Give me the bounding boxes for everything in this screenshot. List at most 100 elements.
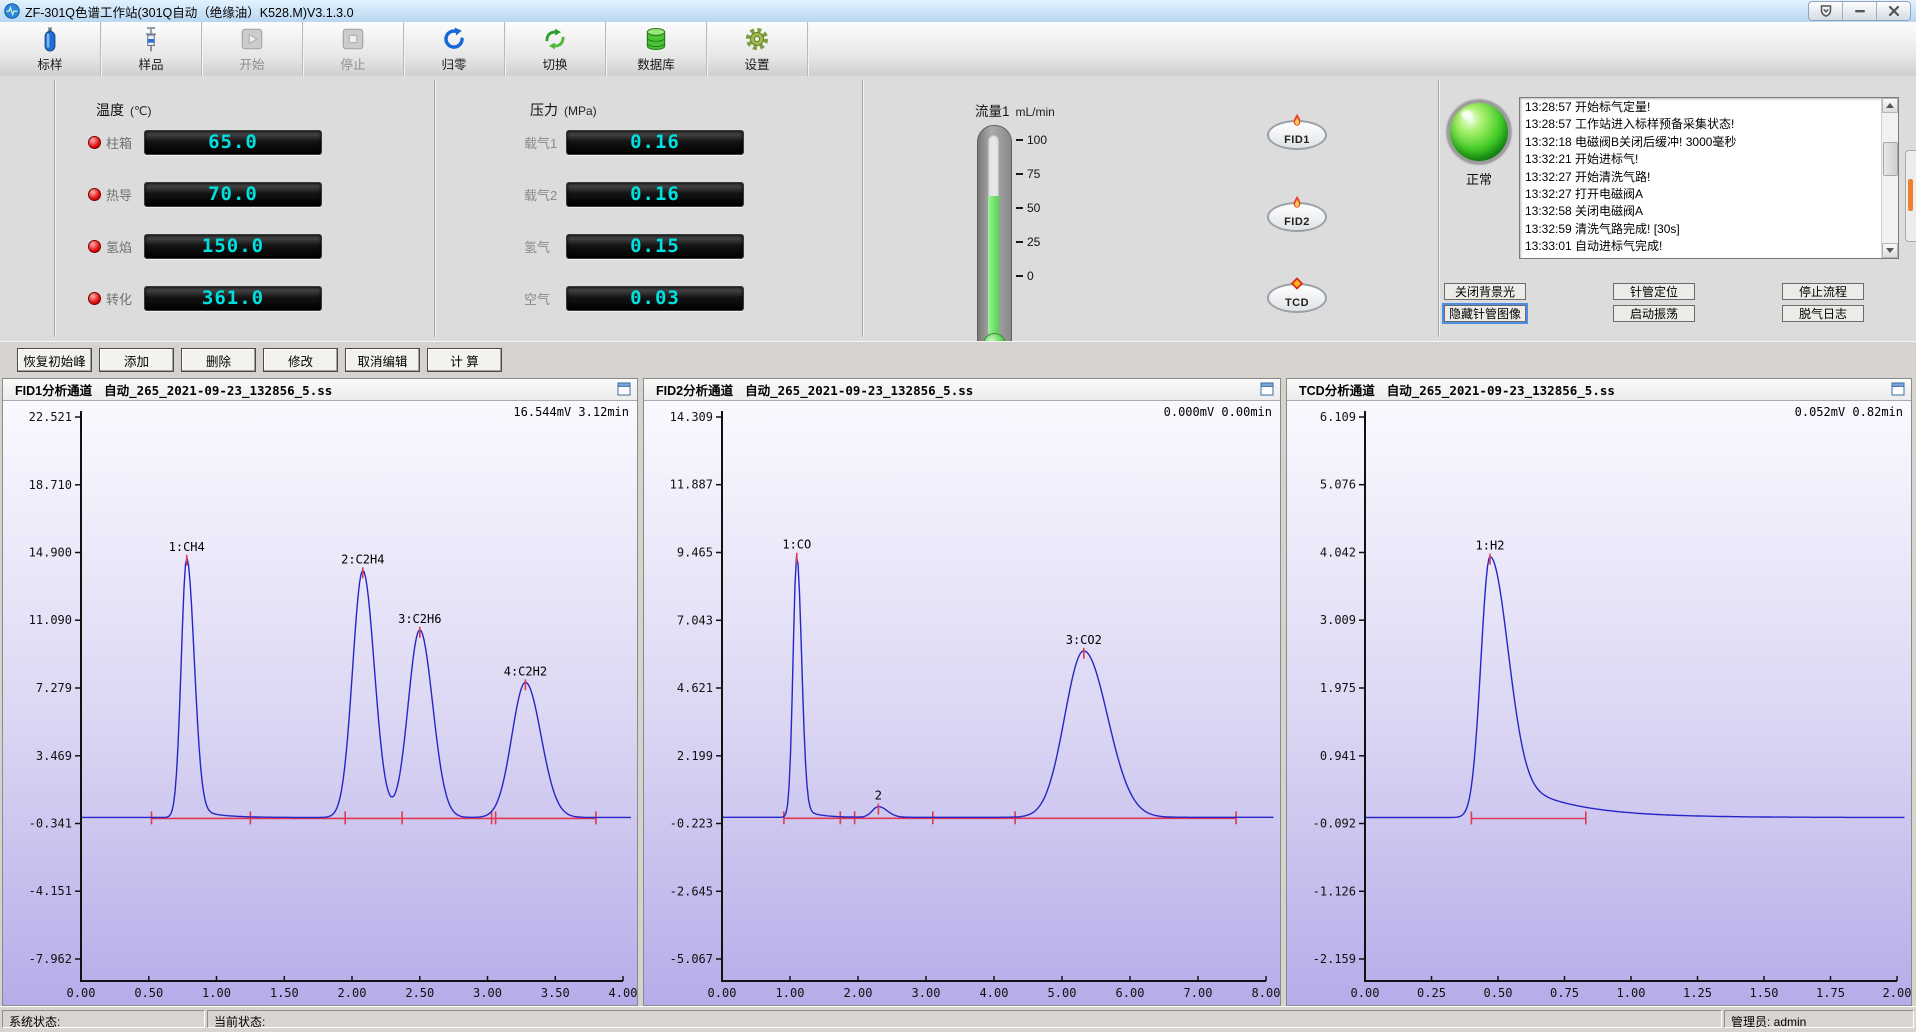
scrollbar-thumb[interactable] [1883,142,1898,176]
svg-text:3.00: 3.00 [912,986,941,1000]
control-buttons: 关闭背景光 针管定位 停止流程隐藏针管图像 启动振荡 脱气日志 [1444,283,1864,323]
detector-indicator-fid2[interactable]: FID2 [1267,202,1327,232]
skin-button[interactable] [1809,2,1843,20]
temperature-row: 转化 361.0 [88,286,322,310]
chromatogram-plot[interactable]: 0.000mV 0.00min14.30911.8879.4657.0434.6… [644,401,1280,1005]
toolbar-button-zero[interactable]: 归零 [404,22,505,76]
svg-text:2:C2H4: 2:C2H4 [341,552,384,566]
edit-button[interactable]: 计 算 [427,348,502,372]
gas-cylinder-icon [37,25,63,53]
toolbar-button-database[interactable]: 数据库 [606,22,707,76]
titlebar: ZF-301Q色谱工作站(301Q自动（绝缘油）K528.M)V3.1.3.0 [0,0,1916,23]
pressure-row: 载气2 0.16 [524,182,744,206]
svg-text:11.090: 11.090 [29,613,72,627]
scroll-up-icon[interactable] [1882,98,1898,113]
chromatogram-plot[interactable]: 16.544mV 3.12min22.52118.71014.90011.090… [3,401,637,1005]
log-scrollbar[interactable] [1881,98,1898,258]
svg-text:7.279: 7.279 [36,681,72,695]
toolbar-button-standard[interactable]: 标样 [0,22,101,76]
svg-text:1:CH4: 1:CH4 [169,540,205,554]
gauge-value-display: 0.16 [566,130,744,155]
svg-text:3.50: 3.50 [541,986,570,1000]
svg-text:-7.962: -7.962 [29,952,72,966]
status-light [1447,100,1511,164]
toolbar-button-switch[interactable]: 切换 [505,22,606,76]
panel-button[interactable]: 关闭背景光 [1444,283,1526,300]
minimize-button[interactable] [1843,2,1877,20]
log-line: 13:32:58 关闭电磁阀A [1525,203,1881,220]
gauge-label: 热导 [106,185,144,204]
edit-button[interactable]: 添加 [99,348,174,372]
svg-text:7.043: 7.043 [677,613,713,627]
scroll-down-icon[interactable] [1882,243,1898,258]
svg-text:-0.092: -0.092 [1313,817,1356,831]
svg-text:1:CO: 1:CO [782,538,811,552]
panel-button[interactable]: 针管定位 [1613,283,1695,300]
toolbar-button-stop[interactable]: 停止 [303,22,404,76]
chart-filename: 自动_265_2021-09-23_132856_5.ss [745,380,973,399]
pressure-section-title: 压力(MPa) [530,100,597,120]
temperature-row: 氢焰 150.0 [88,234,322,258]
svg-text:4.00: 4.00 [980,986,1009,1000]
detector-indicator-fid1[interactable]: FID1 [1267,120,1327,150]
chromatogram-plot[interactable]: 0.052mV 0.82min6.1095.0764.0423.0091.975… [1287,401,1911,1005]
detector-label: TCD [1285,297,1309,311]
gauge-value-display: 0.03 [566,286,744,311]
svg-text:3:CO2: 3:CO2 [1066,633,1102,647]
svg-text:-2.159: -2.159 [1313,952,1356,966]
gauge-value-display: 361.0 [144,286,322,311]
flow-scale-tick: 0 [1016,269,1034,283]
temperature-row: 柱箱 65.0 [88,130,322,154]
maximize-icon[interactable] [1891,382,1905,396]
flow-gauge-title: 流量1mL/min [975,100,1055,120]
stop-icon [340,25,366,53]
svg-text:9.465: 9.465 [677,546,713,560]
svg-text:1:H2: 1:H2 [1476,539,1505,553]
edit-button[interactable]: 修改 [263,348,338,372]
panel-button[interactable]: 启动振荡 [1613,305,1695,322]
maximize-icon[interactable] [1260,382,1274,396]
edit-button[interactable]: 取消编辑 [345,348,420,372]
toolbar-button-start[interactable]: 开始 [202,22,303,76]
gauge-value-display: 65.0 [144,130,322,155]
svg-text:1.50: 1.50 [270,986,299,1000]
svg-text:2.50: 2.50 [405,986,434,1000]
thermometer-fill [988,196,999,337]
panel-button[interactable]: 隐藏针管图像 [1444,305,1526,322]
gauge-label: 氢焰 [106,237,144,256]
flame-icon [1290,113,1305,128]
chart-title: FID2分析通道 [656,380,733,399]
window-controls [1808,1,1911,21]
svg-text:11.887: 11.887 [670,478,713,492]
svg-text:3:C2H6: 3:C2H6 [398,612,441,626]
log-line: 13:28:57 工作站进入标样预备采集状态! [1525,116,1881,133]
svg-text:5.00: 5.00 [1048,986,1077,1000]
edit-button[interactable]: 恢复初始峰 [17,348,92,372]
svg-text:4.00: 4.00 [609,986,637,1000]
toolbar-button-settings[interactable]: 设置 [707,22,808,76]
app-icon [4,3,20,19]
chromatogram-svg: 0.052mV 0.82min6.1095.0764.0423.0091.975… [1287,401,1911,1005]
flame-icon [1290,195,1305,210]
close-button[interactable] [1877,2,1910,20]
svg-text:-4.151: -4.151 [29,884,72,898]
application-window: ZF-301Q色谱工作站(301Q自动（绝缘油）K528.M)V3.1.3.0 … [0,0,1916,1031]
svg-text:0.00: 0.00 [708,986,737,1000]
switch-arrows-icon [542,25,568,53]
statusbar: 系统状态: 当前状态: 管理员: admin [0,1006,1916,1032]
maximize-icon[interactable] [617,382,631,396]
chart-title: TCD分析通道 [1299,380,1375,399]
toolbar-button-sample[interactable]: 样品 [101,22,202,76]
chromatogram-svg: 0.000mV 0.00min14.30911.8879.4657.0434.6… [644,401,1280,1005]
panel-button[interactable]: 停止流程 [1782,283,1864,300]
database-icon [643,25,669,53]
chart-filename: 自动_265_2021-09-23_132856_5.ss [1387,380,1615,399]
edit-button[interactable]: 删除 [181,348,256,372]
side-panel-handle[interactable] [1905,150,1916,242]
detector-indicator-tcd[interactable]: TCD [1267,283,1327,313]
pressure-row: 载气1 0.16 [524,130,744,154]
divider [434,80,436,337]
svg-text:0.25: 0.25 [1417,986,1446,1000]
chart-panel: TCD分析通道 自动_265_2021-09-23_132856_5.ss 0.… [1286,378,1912,1006]
panel-button[interactable]: 脱气日志 [1782,305,1864,322]
